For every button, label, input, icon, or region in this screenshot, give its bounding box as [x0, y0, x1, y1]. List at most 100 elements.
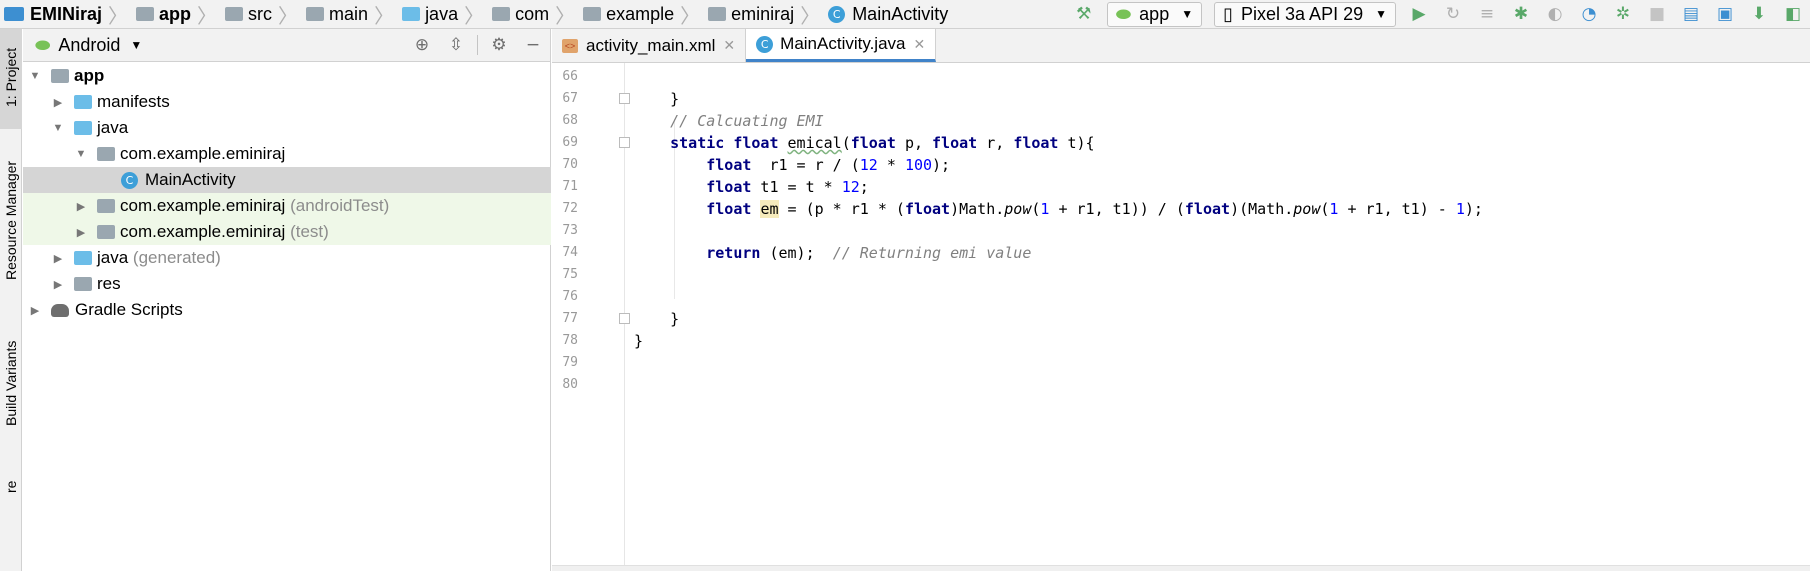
- package-icon: [97, 147, 115, 161]
- fold-marker-icon[interactable]: [619, 313, 630, 324]
- close-icon[interactable]: ✕: [914, 36, 926, 53]
- code-line-70: float r1 = r / (12 * 100);: [706, 156, 951, 174]
- code-line-71: float t1 = t * 12;: [706, 178, 869, 196]
- code-line-72: float em = (p * r1 * (float)Math.pow(1 +…: [706, 200, 1483, 218]
- editor-gutter: 66 67 68 69 70 71 72 73 74 75 76 77 78 7…: [552, 63, 630, 571]
- line-number: 71: [562, 179, 578, 194]
- breadcrumb-mainactivity[interactable]: C MainActivity: [824, 0, 952, 28]
- sdk-manager-icon[interactable]: ⬇: [1745, 2, 1773, 26]
- horizontal-scrollbar[interactable]: [552, 565, 1810, 571]
- chevron-down-icon: ▼: [1181, 7, 1194, 21]
- res-folder-icon: [74, 277, 92, 291]
- project-tool-tab[interactable]: 1: Project: [0, 29, 22, 129]
- expand-arrow-icon[interactable]: ▼: [75, 148, 87, 160]
- fold-marker-icon[interactable]: [619, 93, 630, 104]
- tree-item-gradle-scripts[interactable]: ▶ Gradle Scripts: [23, 297, 551, 323]
- class-icon: C: [828, 5, 846, 23]
- apply-code-changes-icon[interactable]: ≡: [1473, 2, 1501, 26]
- navigation-bar: EMINiraj 〉 app 〉 src 〉 main 〉 java 〉 com 〉 exa…: [0, 0, 1810, 29]
- coverage-icon[interactable]: ◐: [1541, 2, 1569, 26]
- package-icon: [97, 225, 115, 239]
- tab-activity-main-xml[interactable]: <> activity_main.xml ✕: [552, 29, 747, 62]
- line-number: 72: [562, 201, 578, 216]
- breadcrumb-com[interactable]: com 〉: [488, 0, 579, 28]
- project-icon: [4, 7, 24, 21]
- expand-arrow-icon[interactable]: ▼: [29, 70, 41, 82]
- package-icon: [492, 7, 511, 21]
- line-number: 66: [562, 69, 578, 84]
- package-icon: [97, 199, 115, 213]
- line-number: 76: [562, 289, 578, 304]
- locate-icon[interactable]: ⊕: [408, 33, 436, 57]
- package-icon: [583, 7, 602, 21]
- collapse-all-icon[interactable]: ⇳: [442, 33, 470, 57]
- folder-icon: [74, 121, 92, 135]
- collapse-arrow-icon[interactable]: ▶: [29, 304, 41, 317]
- device-combo[interactable]: ▯ Pixel 3a API 29 ▼: [1214, 1, 1396, 27]
- breadcrumb-src[interactable]: src 〉: [221, 0, 302, 28]
- chevron-down-icon[interactable]: ▼: [130, 38, 142, 52]
- xml-icon: <>: [562, 38, 578, 53]
- module-folder-icon: [51, 69, 69, 83]
- collapse-arrow-icon[interactable]: ▶: [52, 278, 64, 291]
- tree-item-package-test[interactable]: ▶ com.example.eminiraj (test): [23, 219, 551, 245]
- fold-marker-icon[interactable]: [619, 137, 630, 148]
- avd-manager-icon[interactable]: ▣: [1711, 2, 1739, 26]
- layout-inspector-icon[interactable]: ◧: [1779, 2, 1807, 26]
- stop-icon[interactable]: ■: [1643, 2, 1671, 26]
- collapse-arrow-icon[interactable]: ▶: [52, 252, 64, 265]
- collapse-arrow-icon[interactable]: ▶: [52, 96, 64, 109]
- close-icon[interactable]: ✕: [723, 37, 735, 54]
- tree-item-package-androidtest[interactable]: ▶ com.example.eminiraj (androidTest): [23, 193, 551, 219]
- breadcrumb-eminiraj[interactable]: eminiraj 〉: [704, 0, 824, 28]
- gear-icon[interactable]: ⚙: [485, 33, 513, 57]
- breadcrumb-app[interactable]: app 〉: [132, 0, 221, 28]
- apply-changes-icon[interactable]: ↻: [1439, 2, 1467, 26]
- profile-icon[interactable]: ◔: [1575, 2, 1603, 26]
- line-number: 73: [562, 223, 578, 238]
- module-folder-icon: [136, 7, 155, 21]
- sync-project-icon[interactable]: ▤: [1677, 2, 1705, 26]
- tree-item-manifests[interactable]: ▶ manifests: [23, 89, 551, 115]
- tree-item-res[interactable]: ▶ res: [23, 271, 551, 297]
- breadcrumb-main[interactable]: main 〉: [302, 0, 398, 28]
- view-mode-select[interactable]: Android: [58, 35, 120, 56]
- tree-item-package[interactable]: ▼ com.example.eminiraj: [23, 141, 551, 167]
- resource-manager-tool-tab[interactable]: Resource Manager: [0, 161, 22, 304]
- device-icon: ▯: [1223, 3, 1234, 25]
- folder-icon: [402, 7, 421, 21]
- line-number: 80: [562, 377, 578, 392]
- editor-tabs: <> activity_main.xml ✕ C MainActivity.ja…: [552, 29, 1810, 63]
- run-icon[interactable]: ▶: [1405, 2, 1433, 26]
- chevron-down-icon: ▼: [1375, 7, 1387, 21]
- breadcrumb-example[interactable]: example 〉: [579, 0, 704, 28]
- code-line-68: // Calcuating EMI: [670, 112, 824, 130]
- tree-item-java[interactable]: ▼ java: [23, 115, 551, 141]
- run-config-combo[interactable]: ⬬ app ▼: [1106, 1, 1203, 27]
- collapse-arrow-icon[interactable]: ▶: [75, 200, 87, 213]
- android-icon: ⬬: [35, 34, 51, 56]
- line-number: 68: [562, 113, 578, 128]
- tree-item-mainactivity[interactable]: C MainActivity: [23, 167, 551, 193]
- build-variants-tool-tab[interactable]: Build Variants: [0, 334, 22, 444]
- line-number: 75: [562, 267, 578, 282]
- left-tool-stripe: 1: Project Resource Manager Build Varian…: [0, 29, 22, 571]
- tree-item-app[interactable]: ▼ app: [23, 63, 551, 89]
- class-icon: C: [756, 35, 774, 53]
- folder-icon: [306, 7, 325, 21]
- collapse-arrow-icon[interactable]: ▶: [75, 226, 87, 239]
- code-line-78: }: [634, 332, 644, 350]
- expand-arrow-icon[interactable]: ▼: [52, 122, 64, 134]
- tab-mainactivity-java[interactable]: C MainActivity.java ✕: [746, 29, 937, 62]
- generated-folder-icon: [74, 251, 92, 265]
- bottom-tool-tab[interactable]: re: [0, 469, 22, 499]
- code-line-77: }: [634, 310, 680, 328]
- attach-debugger-icon[interactable]: ✲: [1609, 2, 1637, 26]
- breadcrumb-project[interactable]: EMINiraj 〉: [0, 0, 132, 28]
- hide-icon[interactable]: −: [519, 33, 547, 57]
- debug-icon[interactable]: ✱: [1507, 2, 1535, 26]
- line-number: 74: [562, 245, 578, 260]
- tree-item-java-generated[interactable]: ▶ java (generated): [23, 245, 551, 271]
- breadcrumb-java[interactable]: java 〉: [398, 0, 488, 28]
- hammer-icon[interactable]: ⚒: [1070, 2, 1098, 26]
